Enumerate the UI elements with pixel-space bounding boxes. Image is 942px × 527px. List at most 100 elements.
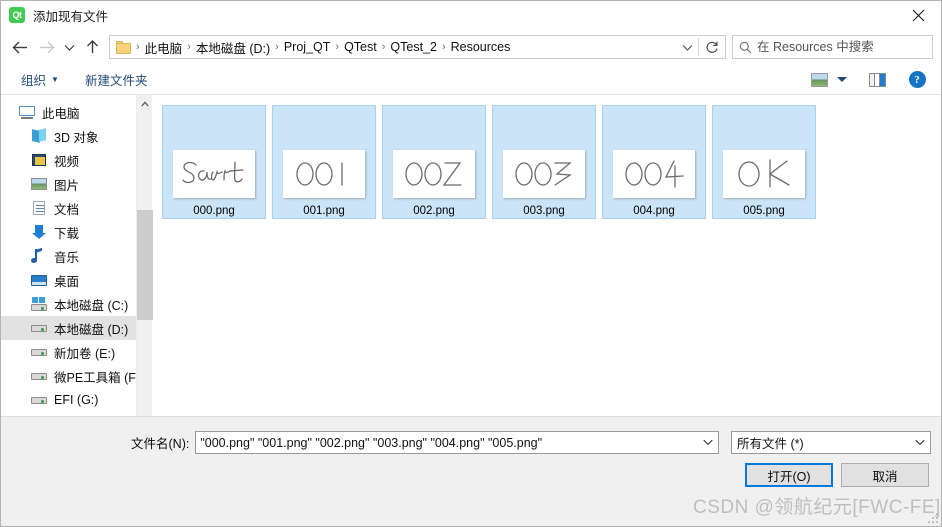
dialog-body: 此电脑 3D 对象 视频 图片 文档 下载 音乐 桌面 本地磁盘 (C:) 本地… (1, 95, 941, 446)
view-mode-dropdown[interactable] (833, 69, 851, 91)
sidebar-item-label: 本地磁盘 (D:) (54, 322, 129, 337)
recent-locations-button[interactable] (59, 34, 79, 60)
address-bar[interactable]: › 此电脑 › 本地磁盘 (D:) › Proj_QT › QTest › QT… (109, 35, 726, 59)
sidebar-item-label: EFI (G:) (54, 393, 99, 407)
search-box[interactable] (732, 35, 933, 59)
sidebar-item-label: 3D 对象 (54, 130, 99, 145)
sidebar-item-local-disk-d[interactable]: 本地磁盘 (D:) (1, 316, 136, 340)
sidebar-item-label: 图片 (54, 178, 80, 193)
file-list-view: 000.png 001.png 002.png 003.png 004.png … (156, 95, 941, 446)
title-bar: Qt 添加现有文件 (1, 1, 941, 29)
search-input[interactable] (757, 40, 932, 54)
view-mode-button[interactable] (805, 69, 833, 91)
breadcrumb-item-5[interactable]: Resources (447, 38, 515, 56)
filename-dropdown-button[interactable] (698, 432, 718, 453)
file-item-000[interactable]: 000.png (162, 105, 266, 219)
qt-icon-text: Qt (12, 10, 23, 20)
organize-label: 组织 (21, 74, 47, 88)
resize-grip[interactable] (926, 511, 938, 523)
handwriting-003-icon (515, 162, 572, 186)
new-folder-label: 新建文件夹 (84, 74, 148, 88)
back-arrow-icon (12, 41, 27, 53)
sidebar-item-label: 视频 (54, 154, 80, 169)
filename-label: 文件名(N): (131, 437, 190, 451)
refresh-button[interactable] (699, 36, 725, 58)
preview-pane-button[interactable] (863, 69, 891, 91)
file-name: 005.png (743, 205, 785, 217)
breadcrumb-item-1[interactable]: 本地磁盘 (D:) (192, 36, 274, 58)
scroll-up-button[interactable] (137, 95, 153, 112)
help-icon: ? (908, 71, 926, 88)
close-icon (912, 9, 924, 21)
preview-pane-icon (868, 72, 886, 87)
file-name: 001.png (303, 205, 345, 217)
documents-icon (31, 200, 47, 216)
handwriting-ok-icon (738, 159, 790, 188)
filetype-combobox[interactable]: 所有文件 (*) (731, 431, 931, 454)
sidebar-item-music[interactable]: 音乐 (1, 244, 136, 268)
navigation-pane-scrollbar[interactable] (136, 95, 153, 446)
scrollbar-thumb[interactable] (137, 210, 153, 320)
up-arrow-icon (86, 40, 98, 53)
sidebar-item-videos[interactable]: 视频 (1, 148, 136, 172)
drive-icon (31, 392, 47, 408)
filename-input[interactable] (196, 435, 698, 450)
sidebar-item-desktop[interactable]: 桌面 (1, 268, 136, 292)
new-folder-button[interactable]: 新建文件夹 (79, 67, 154, 92)
sidebar-item-downloads[interactable]: 下载 (1, 220, 136, 244)
file-thumbnail (723, 150, 805, 198)
breadcrumb: › 此电脑 › 本地磁盘 (D:) › Proj_QT › QTest › QT… (135, 36, 676, 58)
caret-down-icon: ▼ (51, 75, 59, 84)
sidebar-item-documents[interactable]: 文档 (1, 196, 136, 220)
organize-button[interactable]: 组织 ▼ (15, 67, 65, 92)
handwriting-004-icon (625, 160, 684, 188)
drive-icon (31, 344, 47, 360)
button-row: 打开(O) 取消 (745, 463, 929, 487)
back-button[interactable] (7, 34, 33, 60)
pictures-icon (31, 176, 47, 192)
filename-row: 文件名(N): 所有文件 (*) (1, 431, 941, 454)
file-thumbnail (613, 150, 695, 198)
sidebar-item-local-disk-c[interactable]: 本地磁盘 (C:) (1, 292, 136, 316)
cancel-button[interactable]: 取消 (841, 463, 929, 487)
desktop-icon (31, 272, 47, 288)
file-thumbnail (503, 150, 585, 198)
close-button[interactable] (895, 1, 941, 29)
view-thumbnails-icon (810, 72, 828, 87)
file-name: 002.png (413, 205, 455, 217)
file-item-003[interactable]: 003.png (492, 105, 596, 219)
file-item-001[interactable]: 001.png (272, 105, 376, 219)
filetype-value: 所有文件 (*) (737, 437, 804, 451)
up-button[interactable] (79, 34, 105, 60)
sidebar-item-efi-g[interactable]: EFI (G:) (1, 388, 136, 412)
breadcrumb-item-4[interactable]: QTest_2 (386, 38, 441, 56)
breadcrumb-item-3[interactable]: QTest (340, 38, 381, 56)
sidebar-item-this-pc[interactable]: 此电脑 (1, 100, 136, 124)
file-name: 000.png (193, 205, 235, 217)
refresh-icon (706, 41, 718, 53)
file-thumbnail (173, 150, 255, 198)
filetype-dropdown-button[interactable] (910, 432, 930, 453)
sidebar-item-3d-objects[interactable]: 3D 对象 (1, 124, 136, 148)
help-button[interactable]: ? (903, 69, 931, 91)
chevron-down-icon (682, 44, 692, 51)
breadcrumb-item-0[interactable]: 此电脑 (141, 36, 187, 58)
sidebar-item-label: 文档 (54, 202, 80, 217)
sidebar-item-wepe-toolbox-f[interactable]: 微PE工具箱 (F:) (1, 364, 136, 388)
address-dropdown-button[interactable] (676, 36, 698, 58)
sidebar-item-new-volume-e[interactable]: 新加卷 (E:) (1, 340, 136, 364)
navigation-pane: 此电脑 3D 对象 视频 图片 文档 下载 音乐 桌面 本地磁盘 (C:) 本地… (1, 95, 136, 446)
music-icon (31, 248, 47, 264)
file-item-004[interactable]: 004.png (602, 105, 706, 219)
open-button[interactable]: 打开(O) (745, 463, 833, 487)
file-item-005[interactable]: 005.png (712, 105, 816, 219)
file-item-002[interactable]: 002.png (382, 105, 486, 219)
breadcrumb-item-2[interactable]: Proj_QT (280, 38, 335, 56)
drive-icon (31, 320, 47, 336)
caret-down-icon (837, 77, 847, 82)
forward-button[interactable] (33, 34, 59, 60)
sidebar-item-label: 新加卷 (E:) (54, 346, 116, 361)
sidebar-item-pictures[interactable]: 图片 (1, 172, 136, 196)
3d-objects-icon (31, 128, 47, 144)
filename-combobox[interactable] (195, 431, 719, 454)
